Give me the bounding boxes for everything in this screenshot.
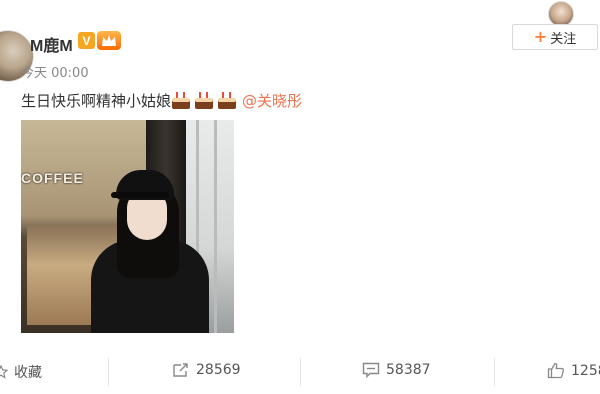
action-divider xyxy=(108,358,109,386)
comment-icon xyxy=(362,362,380,378)
repost-button[interactable]: 28569 xyxy=(172,362,241,378)
post-text: 生日快乐啊精神小姑娘 @关晓彤 xyxy=(21,90,302,111)
vip-badge-icon xyxy=(97,31,121,50)
cake-emoji-icon xyxy=(217,92,237,109)
poster-username[interactable]: M鹿M xyxy=(30,32,73,56)
favorite-label: 收藏 xyxy=(14,365,42,381)
photo-coffee-sign: COFFEE xyxy=(21,170,84,186)
repost-count: 28569 xyxy=(196,362,241,378)
repost-icon xyxy=(173,363,188,377)
like-count: 1258 xyxy=(571,362,600,379)
mention-link[interactable]: @关晓彤 xyxy=(242,90,302,111)
action-divider xyxy=(494,358,495,386)
favorite-button[interactable]: 收藏 xyxy=(0,362,42,382)
thumbs-up-icon xyxy=(547,362,565,379)
cake-emoji-icon xyxy=(171,92,191,109)
follow-label: 关注 xyxy=(550,31,577,47)
follow-button[interactable]: + 关注 xyxy=(512,24,598,50)
crown-icon xyxy=(102,34,116,46)
comment-count: 58387 xyxy=(386,362,431,378)
photo-person-hat-brim xyxy=(111,192,169,198)
star-icon xyxy=(0,365,8,379)
post-body-text: 生日快乐啊精神小姑娘 xyxy=(21,92,172,110)
action-divider xyxy=(300,358,301,386)
like-button[interactable]: 1258 xyxy=(547,362,600,379)
comment-button[interactable]: 58387 xyxy=(362,362,431,378)
post-photo[interactable]: COFFEE xyxy=(21,120,234,333)
cake-emoji-icon xyxy=(194,92,214,109)
post-timestamp[interactable]: 今天 00:00 xyxy=(21,62,89,81)
plus-icon: + xyxy=(533,27,548,46)
verified-badge-icon: V xyxy=(78,32,95,49)
action-bar: 收藏 28569 58387 1258 xyxy=(0,348,600,394)
